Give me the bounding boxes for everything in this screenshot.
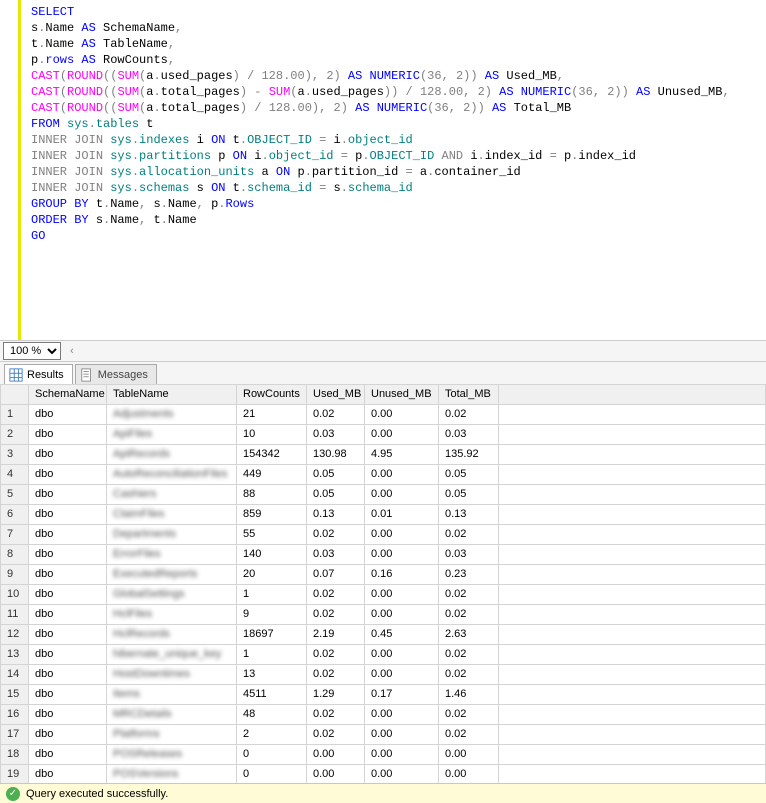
col-header[interactable]: SchemaName: [29, 384, 107, 404]
col-header[interactable]: Unused_MB: [365, 384, 439, 404]
col-header[interactable]: TableName: [107, 384, 237, 404]
results-grid[interactable]: SchemaNameTableNameRowCountsUsed_MBUnuse…: [0, 384, 766, 783]
table-row[interactable]: 4dboAutoReconciliationFiles4490.050.000.…: [1, 464, 766, 484]
col-header[interactable]: RowCounts: [237, 384, 307, 404]
table-row[interactable]: 19dboPOSVersions00.000.000.00: [1, 764, 766, 783]
status-bar: ✓ Query executed successfully.: [0, 783, 766, 803]
table-row[interactable]: 18dboPOSReleases00.000.000.00: [1, 744, 766, 764]
table-row[interactable]: 15dboItems45111.290.171.46: [1, 684, 766, 704]
table-row[interactable]: 12dboHclRecords186972.190.452.63: [1, 624, 766, 644]
tab-messages[interactable]: Messages: [75, 364, 157, 385]
success-icon: ✓: [6, 787, 20, 801]
table-row[interactable]: 14dboHostDowntimes130.020.000.02: [1, 664, 766, 684]
tab-results[interactable]: Results: [4, 364, 73, 385]
table-row[interactable]: 5dboCashiers880.050.000.05: [1, 484, 766, 504]
table-row[interactable]: 8dboErrorFiles1400.030.000.03: [1, 544, 766, 564]
table-row[interactable]: 11dboHclFiles90.020.000.02: [1, 604, 766, 624]
tab-label: Results: [27, 369, 64, 381]
tab-label: Messages: [98, 369, 148, 381]
grid-icon: [9, 368, 23, 382]
result-tabs: Results Messages: [0, 362, 766, 384]
table-row[interactable]: 16dboMRCDetails480.020.000.02: [1, 704, 766, 724]
col-header[interactable]: Total_MB: [439, 384, 499, 404]
zoom-select[interactable]: 100 %: [3, 342, 61, 360]
table-row[interactable]: 17dboPlatforms20.020.000.02: [1, 724, 766, 744]
table-row[interactable]: 6dboClaimFiles8590.130.010.13: [1, 504, 766, 524]
table-row[interactable]: 2dboApiFiles100.030.000.03: [1, 424, 766, 444]
table-row[interactable]: 10dboGlobalSettings10.020.000.02: [1, 584, 766, 604]
table-row[interactable]: 9dboExecutedReports200.070.160.23: [1, 564, 766, 584]
sql-editor[interactable]: − SELECTs.Name AS SchemaName,t.Name AS T…: [18, 0, 766, 340]
col-header[interactable]: Used_MB: [307, 384, 365, 404]
status-text: Query executed successfully.: [26, 788, 168, 800]
chevron-left-icon[interactable]: ‹: [65, 345, 79, 357]
table-row[interactable]: 3dboApiRecords154342130.984.95135.92: [1, 444, 766, 464]
table-row[interactable]: 1dboAdjustments210.020.000.02: [1, 404, 766, 424]
table-row[interactable]: 13dbohibernate_unique_key10.020.000.02: [1, 644, 766, 664]
zoom-bar: 100 % ‹: [0, 340, 766, 362]
table-row[interactable]: 7dboDepartments550.020.000.02: [1, 524, 766, 544]
document-icon: [80, 368, 94, 382]
